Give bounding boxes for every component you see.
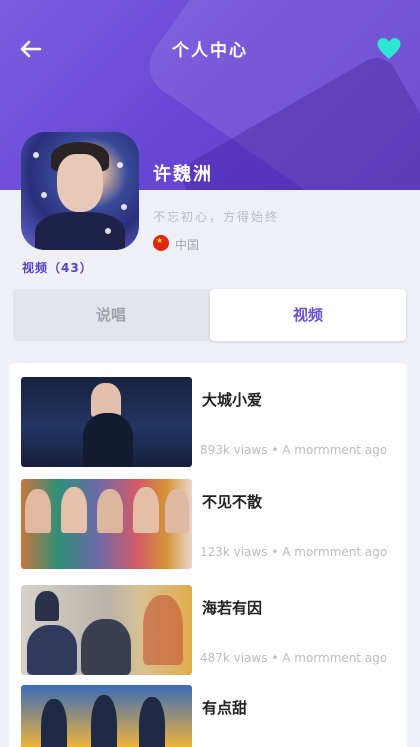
video-thumbnail xyxy=(21,685,192,747)
video-meta: 893k viaws • A mormment ago xyxy=(200,443,388,457)
list-item[interactable]: 不见不散 123k viaws • A mormment ago xyxy=(21,479,401,569)
list-item[interactable]: 有点甜 xyxy=(21,685,401,747)
video-title: 海若有因 xyxy=(202,599,263,617)
video-count: 视频（43） xyxy=(22,261,93,275)
list-item[interactable]: 海若有因 487k viaws • A mormment ago xyxy=(21,585,401,675)
video-list: 大城小爱 893k viaws • A mormment ago 不见不散 12… xyxy=(9,363,407,747)
video-thumbnail xyxy=(21,377,192,467)
video-thumbnail xyxy=(21,585,192,675)
china-flag-icon: ★ xyxy=(153,235,169,251)
video-thumbnail xyxy=(21,479,192,569)
favorite-button[interactable] xyxy=(376,36,402,62)
avatar[interactable] xyxy=(21,132,139,250)
user-name: 许魏洲 xyxy=(153,164,213,185)
tab-rap[interactable]: 说唱 xyxy=(13,289,209,341)
tab-bar: 说唱 视频 xyxy=(13,289,406,341)
video-title: 大城小爱 xyxy=(202,391,263,409)
user-motto: 不忘初心，方得始终 xyxy=(153,210,280,224)
page-title: 个人中心 xyxy=(172,41,248,61)
user-country: 中国 xyxy=(175,238,200,252)
video-title: 有点甜 xyxy=(202,699,248,717)
list-item[interactable]: 大城小爱 893k viaws • A mormment ago xyxy=(21,377,401,467)
video-title: 不见不散 xyxy=(202,493,263,511)
video-meta: 123k viaws • A mormment ago xyxy=(200,545,388,559)
video-meta: 487k viaws • A mormment ago xyxy=(200,651,388,665)
tab-video[interactable]: 视频 xyxy=(210,289,406,341)
heart-icon xyxy=(377,38,401,59)
